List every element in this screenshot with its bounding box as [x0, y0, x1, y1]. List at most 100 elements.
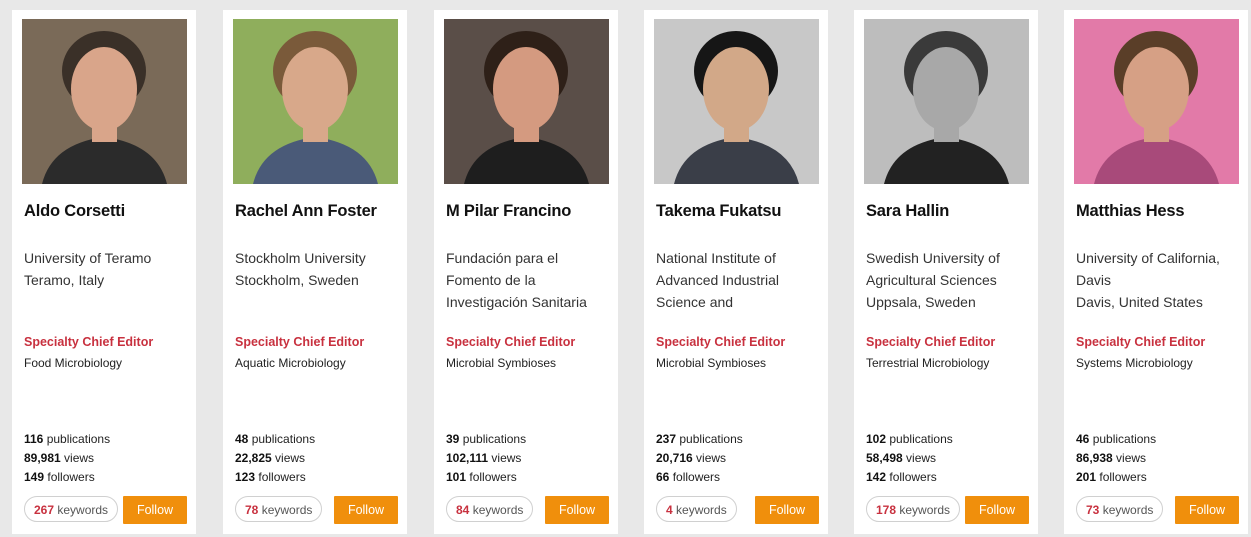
editor-section: Terrestrial Microbiology [866, 356, 990, 370]
portrait-image [654, 19, 819, 184]
keywords-button[interactable]: 78 keywords [235, 496, 323, 522]
editor-stats: 46 publications 86,938 views 201 followe… [1076, 430, 1156, 487]
keywords-button[interactable]: 73 keywords [1076, 496, 1164, 522]
editor-section: Microbial Symbioses [656, 356, 767, 370]
portrait-image [233, 19, 398, 184]
affiliation-line: Teramo, Italy [24, 272, 105, 288]
editor-stats: 102 publications 58,498 views 142 follow… [866, 430, 953, 487]
editor-role: Specialty Chief Editor [24, 335, 154, 349]
publications-stat: 39 publications [446, 432, 527, 446]
editor-photo[interactable] [864, 19, 1029, 184]
editor-role: Specialty Chief Editor [446, 335, 576, 349]
followers-stat: 149 followers [24, 470, 95, 484]
portrait-image [864, 19, 1029, 184]
editor-stats: 39 publications 102,111 views 101 follow… [446, 430, 526, 487]
follow-button[interactable]: Follow [334, 496, 398, 524]
editor-name[interactable]: Sara Hallin [866, 202, 1036, 221]
photo-face [913, 47, 979, 131]
editor-affiliation: Fundación para el Fomento de la Investig… [446, 247, 614, 313]
editor-section: Aquatic Microbiology [235, 356, 346, 370]
publications-stat: 116 publications [24, 432, 111, 446]
followers-stat: 101 followers [446, 470, 517, 484]
editor-role: Specialty Chief Editor [235, 335, 365, 349]
affiliation-line: Swedish University of [866, 250, 1000, 266]
views-stat: 20,716 views [656, 451, 727, 465]
editor-card[interactable]: Aldo Corsetti University of Teramo Teram… [12, 10, 196, 534]
editor-card[interactable]: Sara Hallin Swedish University of Agricu… [854, 10, 1038, 534]
followers-stat: 142 followers [866, 470, 937, 484]
follow-button[interactable]: Follow [965, 496, 1029, 524]
editor-stats: 48 publications 22,825 views 123 followe… [235, 430, 315, 487]
editor-card[interactable]: Matthias Hess University of California, … [1064, 10, 1248, 534]
affiliation-line: Science and [656, 294, 734, 310]
keywords-button[interactable]: 84 keywords [446, 496, 534, 522]
editor-section: Systems Microbiology [1076, 356, 1193, 370]
keywords-button[interactable]: 178 keywords [866, 496, 961, 522]
editor-photo[interactable] [444, 19, 609, 184]
photo-face [1123, 47, 1189, 131]
views-stat: 22,825 views [235, 451, 306, 465]
followers-stat: 201 followers [1076, 470, 1147, 484]
portrait-image [444, 19, 609, 184]
keywords-button[interactable]: 4 keywords [656, 496, 737, 522]
photo-face [282, 47, 348, 131]
affiliation-line: Uppsala, Sweden [866, 294, 976, 310]
views-stat: 89,981 views [24, 451, 95, 465]
editor-photo[interactable] [233, 19, 398, 184]
views-stat: 102,111 views [446, 451, 522, 465]
editor-name[interactable]: Aldo Corsetti [24, 202, 194, 221]
editor-photo[interactable] [1074, 19, 1239, 184]
affiliation-line: Stockholm, Sweden [235, 272, 359, 288]
affiliation-line: Advanced Industrial [656, 272, 779, 288]
publications-stat: 237 publications [656, 432, 743, 446]
editor-name[interactable]: Matthias Hess [1076, 202, 1246, 221]
editor-role: Specialty Chief Editor [866, 335, 996, 349]
affiliation-line: Fomento de la [446, 272, 536, 288]
keywords-button[interactable]: 267 keywords [24, 496, 119, 522]
editor-affiliation: National Institute of Advanced Industria… [656, 247, 824, 313]
follow-button[interactable]: Follow [755, 496, 819, 524]
affiliation-line: Davis [1076, 272, 1112, 288]
publications-stat: 102 publications [866, 432, 953, 446]
editor-card[interactable]: M Pilar Francino Fundación para el Fomen… [434, 10, 618, 534]
photo-face [71, 47, 137, 131]
editor-name[interactable]: Takema Fukatsu [656, 202, 826, 221]
editor-stats: 237 publications 20,716 views 66 followe… [656, 430, 743, 487]
editor-name[interactable]: Rachel Ann Foster [235, 202, 405, 221]
affiliation-line: Fundación para el [446, 250, 559, 266]
views-stat: 86,938 views [1076, 451, 1147, 465]
affiliation-line: Agricultural Sciences [866, 272, 997, 288]
editor-photo[interactable] [22, 19, 187, 184]
photo-face [493, 47, 559, 131]
publications-stat: 46 publications [1076, 432, 1157, 446]
editor-affiliation: Stockholm University Stockholm, Sweden [235, 247, 403, 291]
editor-role: Specialty Chief Editor [656, 335, 786, 349]
affiliation-line: University of Teramo [24, 250, 152, 266]
followers-stat: 66 followers [656, 470, 721, 484]
editor-affiliation: Swedish University of Agricultural Scien… [866, 247, 1034, 313]
affiliation-line: Investigación Sanitaria [446, 294, 587, 310]
photo-face [703, 47, 769, 131]
follow-button[interactable]: Follow [123, 496, 187, 524]
editor-stats: 116 publications 89,981 views 149 follow… [24, 430, 110, 487]
portrait-image [22, 19, 187, 184]
affiliation-line: Davis, United States [1076, 294, 1203, 310]
affiliation-line: University of California, [1076, 250, 1220, 266]
editor-section: Food Microbiology [24, 356, 123, 370]
publications-stat: 48 publications [235, 432, 316, 446]
editor-photo[interactable] [654, 19, 819, 184]
editor-role: Specialty Chief Editor [1076, 335, 1206, 349]
editor-name[interactable]: M Pilar Francino [446, 202, 616, 221]
editor-card[interactable]: Takema Fukatsu National Institute of Adv… [644, 10, 828, 534]
editor-card-list: Aldo Corsetti University of Teramo Teram… [0, 0, 1251, 537]
followers-stat: 123 followers [235, 470, 306, 484]
affiliation-line: National Institute of [656, 250, 776, 266]
editor-affiliation: University of California, Davis Davis, U… [1076, 247, 1244, 313]
follow-button[interactable]: Follow [1175, 496, 1239, 524]
portrait-image [1074, 19, 1239, 184]
follow-button[interactable]: Follow [545, 496, 609, 524]
affiliation-line: Stockholm University [235, 250, 366, 266]
editor-card[interactable]: Rachel Ann Foster Stockholm University S… [223, 10, 407, 534]
editor-affiliation: University of Teramo Teramo, Italy [24, 247, 192, 291]
views-stat: 58,498 views [866, 451, 937, 465]
